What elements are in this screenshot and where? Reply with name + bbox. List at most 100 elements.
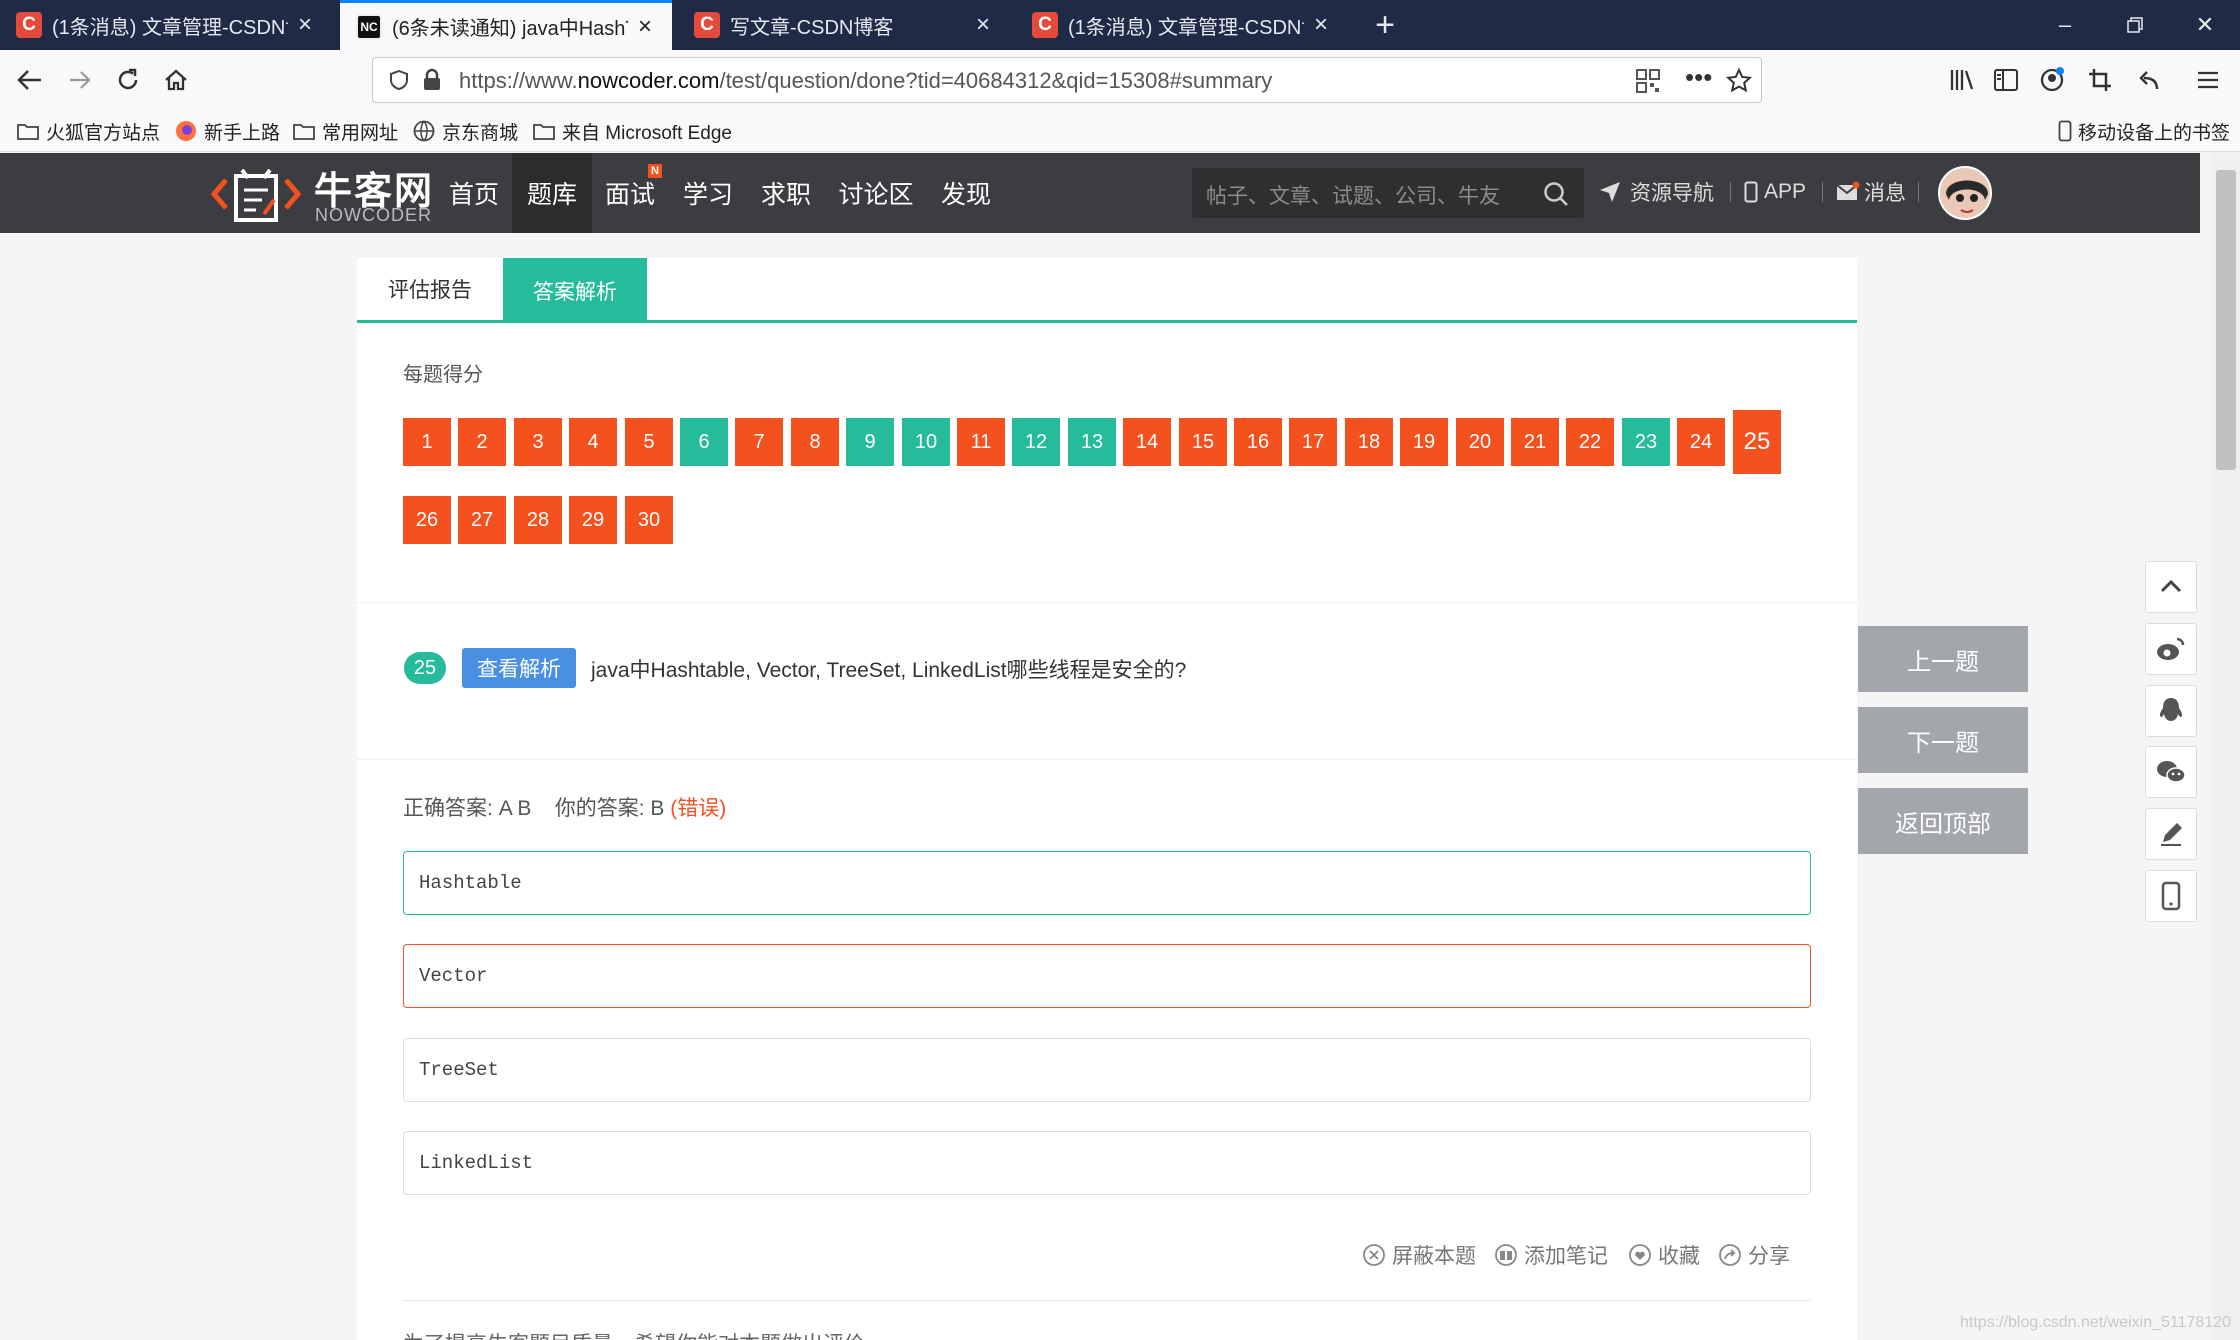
question-score-10[interactable]: 10: [902, 418, 950, 466]
reload-button[interactable]: [106, 58, 150, 102]
scroll-top-button[interactable]: [2145, 561, 2197, 613]
question-score-6[interactable]: 6: [680, 418, 728, 466]
question-score-15[interactable]: 15: [1179, 418, 1227, 466]
question-score-27[interactable]: 27: [458, 496, 506, 544]
nav-discover[interactable]: 发现: [928, 153, 1004, 233]
bookmark-common-sites[interactable]: 常用网址: [292, 116, 398, 146]
question-score-22[interactable]: 22: [1566, 418, 1614, 466]
question-score-30[interactable]: 30: [625, 496, 673, 544]
close-tab-icon[interactable]: ×: [1310, 11, 1332, 39]
browser-tab-3[interactable]: C 写文章-CSDN博客 ×: [678, 0, 1010, 50]
tab-answer-analysis[interactable]: 答案解析: [503, 258, 647, 323]
bookmark-getting-started[interactable]: 新手上路: [174, 116, 280, 146]
option-b[interactable]: Vector: [403, 944, 1811, 1008]
wechat-share-button[interactable]: [2145, 746, 2197, 798]
qq-share-button[interactable]: [2145, 685, 2197, 737]
undo-close-button[interactable]: [2126, 58, 2170, 102]
question-score-3[interactable]: 3: [514, 418, 562, 466]
close-tab-icon[interactable]: ×: [634, 13, 656, 41]
tab-evaluation-report[interactable]: 评估报告: [357, 258, 503, 320]
question-score-7[interactable]: 7: [735, 418, 783, 466]
tracking-shield-icon[interactable]: [387, 68, 411, 92]
question-score-20[interactable]: 20: [1456, 418, 1504, 466]
url-text[interactable]: https://www.nowcoder.com/test/question/d…: [459, 68, 1272, 94]
question-score-29[interactable]: 29: [569, 496, 617, 544]
bookmark-star-icon[interactable]: [1725, 67, 1753, 95]
question-score-12[interactable]: 12: [1012, 418, 1060, 466]
bookmark-firefox-official[interactable]: 火狐官方站点: [16, 116, 160, 146]
favorite-action[interactable]: 收藏: [1628, 1240, 1700, 1270]
nowcoder-logo-icon[interactable]: [206, 160, 306, 226]
home-button[interactable]: [154, 58, 198, 102]
close-window-button[interactable]: ✕: [2170, 0, 2240, 50]
question-score-9[interactable]: 9: [846, 418, 894, 466]
bookmark-jd[interactable]: 京东商城: [412, 116, 518, 146]
messages-link[interactable]: 消息: [1836, 172, 1906, 212]
account-button[interactable]: [2030, 58, 2074, 102]
close-tab-icon[interactable]: ×: [294, 11, 316, 39]
forward-button[interactable]: [58, 58, 102, 102]
search-input[interactable]: 帖子、文章、试题、公司、牛友: [1206, 180, 1500, 210]
question-score-25[interactable]: 25: [1733, 410, 1781, 474]
browser-tab-2-active[interactable]: NC (6条未读通知) java中HashTab ×: [340, 0, 672, 50]
browser-tab-4[interactable]: C (1条消息) 文章管理-CSDN博客 ×: [1016, 0, 1348, 50]
lock-icon[interactable]: [421, 68, 443, 92]
back-to-top-button[interactable]: 返回顶部: [1858, 788, 2028, 854]
app-link[interactable]: APP: [1744, 172, 1806, 212]
scrollbar-thumb[interactable]: [2216, 170, 2236, 470]
avatar[interactable]: [1938, 166, 1992, 220]
browser-tab-1[interactable]: C (1条消息) 文章管理-CSDN博客 ×: [0, 0, 332, 50]
add-note-action[interactable]: 添加笔记: [1494, 1240, 1608, 1270]
question-score-11[interactable]: 11: [957, 418, 1005, 466]
question-score-28[interactable]: 28: [514, 496, 562, 544]
question-score-23[interactable]: 23: [1622, 418, 1670, 466]
question-score-17[interactable]: 17: [1289, 418, 1337, 466]
nav-discuss[interactable]: 讨论区: [830, 153, 922, 233]
question-score-4[interactable]: 4: [569, 418, 617, 466]
share-action[interactable]: 分享: [1718, 1240, 1790, 1270]
question-score-14[interactable]: 14: [1123, 418, 1171, 466]
question-score-16[interactable]: 16: [1234, 418, 1282, 466]
block-question-action[interactable]: 屏蔽本题: [1362, 1240, 1476, 1270]
view-analysis-button[interactable]: 查看解析: [462, 648, 576, 688]
question-score-8[interactable]: 8: [791, 418, 839, 466]
minimize-button[interactable]: –: [2030, 0, 2100, 50]
option-d[interactable]: LinkedList: [403, 1131, 1811, 1195]
restore-button[interactable]: [2100, 0, 2170, 50]
new-tab-button[interactable]: +: [1360, 0, 1410, 50]
option-a[interactable]: Hashtable: [403, 851, 1811, 915]
question-score-24[interactable]: 24: [1677, 418, 1725, 466]
library-button[interactable]: [1940, 58, 1984, 102]
question-score-1[interactable]: 1: [403, 418, 451, 466]
option-c[interactable]: TreeSet: [403, 1038, 1811, 1102]
nav-home[interactable]: 首页: [438, 153, 510, 233]
bookmark-from-edge[interactable]: 来自 Microsoft Edge: [532, 116, 732, 146]
search-icon[interactable]: [1542, 180, 1570, 208]
question-score-21[interactable]: 21: [1511, 418, 1559, 466]
nav-learn[interactable]: 学习: [672, 153, 744, 233]
nav-jobs[interactable]: 求职: [750, 153, 822, 233]
menu-button[interactable]: [2186, 58, 2230, 102]
edit-button[interactable]: [2145, 808, 2197, 860]
question-score-26[interactable]: 26: [403, 496, 451, 544]
close-tab-icon[interactable]: ×: [972, 11, 994, 39]
question-score-5[interactable]: 5: [625, 418, 673, 466]
url-bar[interactable]: https://www.nowcoder.com/test/question/d…: [372, 57, 1762, 103]
question-score-13[interactable]: 13: [1068, 418, 1116, 466]
question-score-19[interactable]: 19: [1400, 418, 1448, 466]
resource-nav-link[interactable]: 资源导航: [1598, 172, 1714, 212]
weibo-share-button[interactable]: [2145, 623, 2197, 675]
sidebar-toggle-button[interactable]: [1984, 58, 2028, 102]
page-actions-icon[interactable]: •••: [1685, 62, 1712, 93]
bookmark-mobile[interactable]: 移动设备上的书签: [2058, 116, 2230, 146]
prev-question-button[interactable]: 上一题: [1858, 626, 2028, 692]
back-button[interactable]: [8, 58, 52, 102]
question-score-18[interactable]: 18: [1345, 418, 1393, 466]
site-search-box[interactable]: 帖子、文章、试题、公司、牛友: [1192, 168, 1584, 218]
screenshot-button[interactable]: [2078, 58, 2122, 102]
next-question-button[interactable]: 下一题: [1858, 707, 2028, 773]
question-score-2[interactable]: 2: [458, 418, 506, 466]
mobile-button[interactable]: [2145, 870, 2197, 922]
qr-code-icon[interactable]: [1635, 68, 1661, 94]
nav-question-bank[interactable]: 题库: [512, 153, 592, 233]
